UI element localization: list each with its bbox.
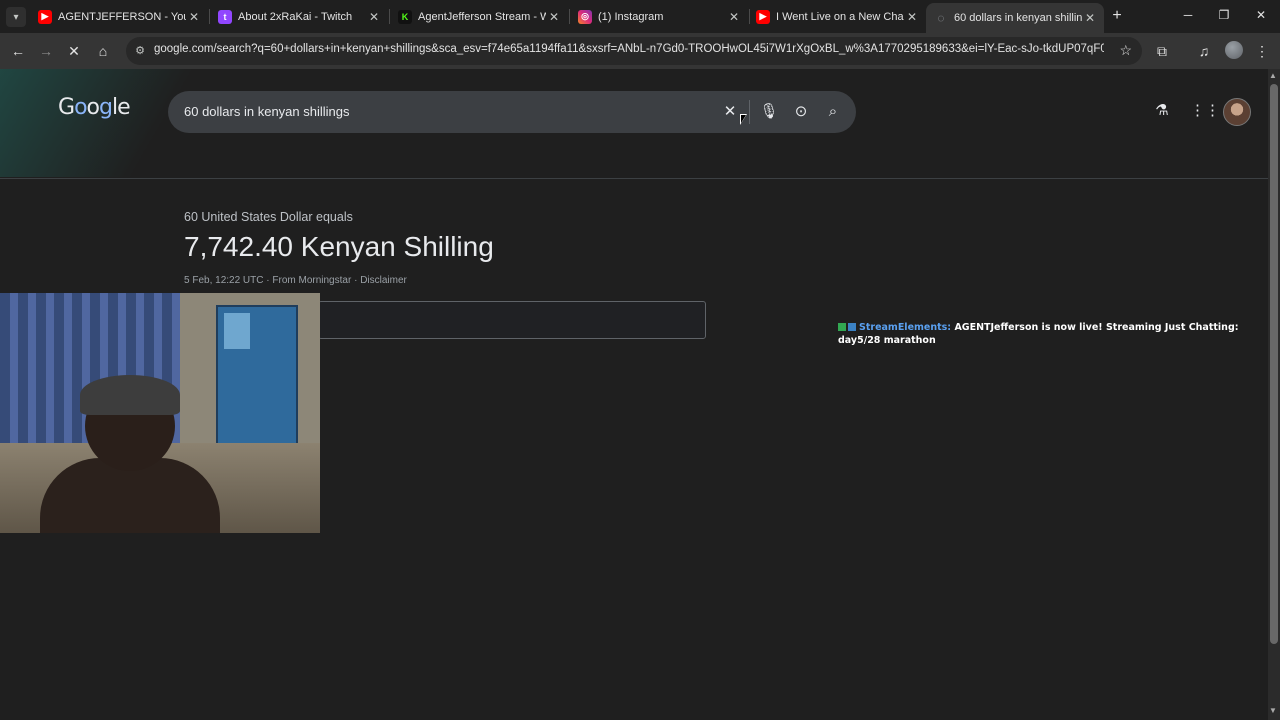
profile-avatar[interactable] bbox=[1225, 41, 1243, 59]
restore-button[interactable]: ❐ bbox=[1214, 8, 1234, 22]
scroll-up-arrow-icon[interactable]: ▲ bbox=[1269, 71, 1277, 80]
stream-chat-overlay: StreamElements: AGENTJefferson is now li… bbox=[838, 321, 1248, 347]
minimize-icon: ─ bbox=[1183, 8, 1193, 22]
kick-icon: K bbox=[398, 9, 412, 24]
search-divider bbox=[749, 100, 750, 124]
scroll-thumb[interactable] bbox=[1270, 84, 1278, 644]
close-icon: ✕ bbox=[1255, 8, 1267, 22]
conversion-timestamp: 5 Feb, 12:22 UTC bbox=[184, 275, 264, 286]
header-divider bbox=[0, 178, 1268, 179]
extensions-button[interactable]: ⧉ bbox=[1152, 41, 1172, 61]
address-bar[interactable]: ⚙ google.com/search?q=60+dollars+in+keny… bbox=[126, 37, 1142, 65]
account-avatar[interactable] bbox=[1223, 98, 1251, 126]
minimize-button[interactable]: ─ bbox=[1178, 8, 1198, 22]
close-icon[interactable]: ✕ bbox=[1082, 11, 1098, 25]
flask-icon: ⚗ bbox=[1155, 102, 1169, 119]
chevron-down-icon: ▾ bbox=[13, 11, 19, 23]
tab-title: AgentJefferson Stream - Wat bbox=[418, 10, 546, 23]
apps-button[interactable]: ⋮⋮ bbox=[1190, 101, 1220, 121]
tab-title: (1) Instagram bbox=[598, 10, 664, 23]
close-window-button[interactable]: ✕ bbox=[1251, 8, 1271, 22]
tab-kick-stream[interactable]: K AgentJefferson Stream - Wat ✕ bbox=[390, 3, 568, 30]
puzzle-icon: ⧉ bbox=[1157, 43, 1167, 59]
tab-title: 60 dollars in kenyan shillings bbox=[954, 12, 1082, 24]
forward-button[interactable]: → bbox=[36, 41, 56, 61]
tab-instagram[interactable]: ◎ (1) Instagram ✕ bbox=[570, 3, 748, 30]
browser-toolbar: ← → ✕ ⌂ ⚙ google.com/search?q=60+dollars… bbox=[0, 33, 1280, 69]
loading-icon: ◌ bbox=[937, 11, 945, 25]
lens-search-button[interactable]: ⊙ bbox=[791, 102, 811, 122]
chat-username: StreamElements: bbox=[859, 322, 952, 333]
close-icon[interactable]: ✕ bbox=[186, 10, 202, 24]
menu-button[interactable]: ⋮ bbox=[1252, 41, 1272, 61]
arrow-left-icon: ← bbox=[11, 43, 25, 59]
clear-search-button[interactable]: ✕ bbox=[720, 102, 740, 122]
bot-badge-icon bbox=[848, 323, 856, 331]
currency-amount-input[interactable] bbox=[318, 301, 706, 339]
media-control-button[interactable]: ♫ bbox=[1194, 41, 1214, 61]
arrow-right-icon: → bbox=[39, 43, 53, 59]
camera-icon: ⊙ bbox=[794, 103, 808, 120]
tab-title: AGENTJEFFERSON - YouTube bbox=[58, 10, 186, 23]
person-cap-image bbox=[80, 375, 180, 415]
labs-button[interactable]: ⚗ bbox=[1152, 101, 1172, 121]
voice-search-button[interactable]: 🎙 bbox=[759, 102, 779, 122]
conversion-result: 7,742.40 Kenyan Shilling bbox=[184, 231, 494, 262]
url-text: google.com/search?q=60+dollars+in+kenyan… bbox=[154, 43, 1104, 55]
close-icon[interactable]: ✕ bbox=[546, 10, 562, 24]
search-button[interactable]: ⌕ bbox=[823, 102, 843, 122]
mouse-cursor-icon bbox=[740, 114, 747, 125]
tab-google-search-active[interactable]: ◌ 60 dollars in kenyan shillings ✕ bbox=[926, 3, 1104, 33]
tab-youtube-new-channel[interactable]: ▶ I Went Live on a New Chann ✕ bbox=[748, 3, 926, 30]
tab-search-button[interactable]: ▾ bbox=[6, 7, 26, 27]
stop-icon: ✕ bbox=[68, 43, 80, 59]
grid-icon: ⋮⋮ bbox=[1190, 102, 1220, 119]
bookmark-star-icon[interactable]: ☆ bbox=[1119, 42, 1132, 59]
disclaimer-link[interactable]: Disclaimer bbox=[360, 275, 407, 286]
close-icon[interactable]: ✕ bbox=[904, 10, 920, 24]
more-vertical-icon: ⋮ bbox=[1255, 43, 1269, 59]
home-button[interactable]: ⌂ bbox=[93, 41, 113, 61]
site-info-icon[interactable]: ⚙ bbox=[132, 43, 148, 59]
back-button[interactable]: ← bbox=[8, 41, 28, 61]
verified-badge-icon bbox=[838, 323, 846, 331]
tab-title: About 2xRaKai - Twitch bbox=[238, 10, 353, 23]
stop-button[interactable]: ✕ bbox=[64, 41, 84, 61]
close-icon[interactable]: ✕ bbox=[366, 10, 382, 24]
tab-strip: ▾ ▶ AGENTJEFFERSON - YouTube ✕ t About 2… bbox=[0, 0, 1280, 33]
close-icon: ✕ bbox=[723, 103, 737, 120]
tab-twitch-about[interactable]: t About 2xRaKai - Twitch ✕ bbox=[210, 3, 388, 30]
new-tab-button[interactable]: + bbox=[1108, 8, 1126, 26]
tab-title: I Went Live on a New Chann bbox=[776, 10, 904, 23]
home-icon: ⌂ bbox=[98, 43, 108, 59]
scroll-down-arrow-icon[interactable]: ▼ bbox=[1269, 706, 1277, 715]
search-input[interactable]: 60 dollars in kenyan shillings bbox=[184, 104, 349, 119]
webcam-overlay bbox=[0, 293, 320, 533]
plus-icon: + bbox=[1112, 7, 1122, 24]
meta-separator: · bbox=[354, 275, 358, 286]
restore-icon: ❐ bbox=[1218, 8, 1230, 22]
microphone-icon: 🎙 bbox=[759, 103, 779, 120]
google-logo[interactable]: Google bbox=[58, 95, 131, 120]
youtube-icon: ▶ bbox=[38, 9, 52, 24]
tab-youtube-agentjefferson[interactable]: ▶ AGENTJEFFERSON - YouTube ✕ bbox=[30, 3, 208, 30]
music-queue-icon: ♫ bbox=[1198, 43, 1210, 59]
twitch-icon: t bbox=[218, 9, 232, 24]
close-icon[interactable]: ✕ bbox=[726, 10, 742, 24]
instagram-icon: ◎ bbox=[578, 9, 592, 24]
search-box[interactable]: 60 dollars in kenyan shillings ✕ 🎙 ⊙ ⌕ bbox=[168, 91, 856, 133]
conversion-meta: 5 Feb, 12:22 UTC · From Morningstar · Di… bbox=[184, 275, 407, 286]
conversion-source: From Morningstar bbox=[272, 275, 352, 286]
search-icon: ⌕ bbox=[828, 103, 838, 120]
youtube-icon: ▶ bbox=[756, 9, 770, 24]
conversion-subtitle: 60 United States Dollar equals bbox=[184, 210, 353, 224]
